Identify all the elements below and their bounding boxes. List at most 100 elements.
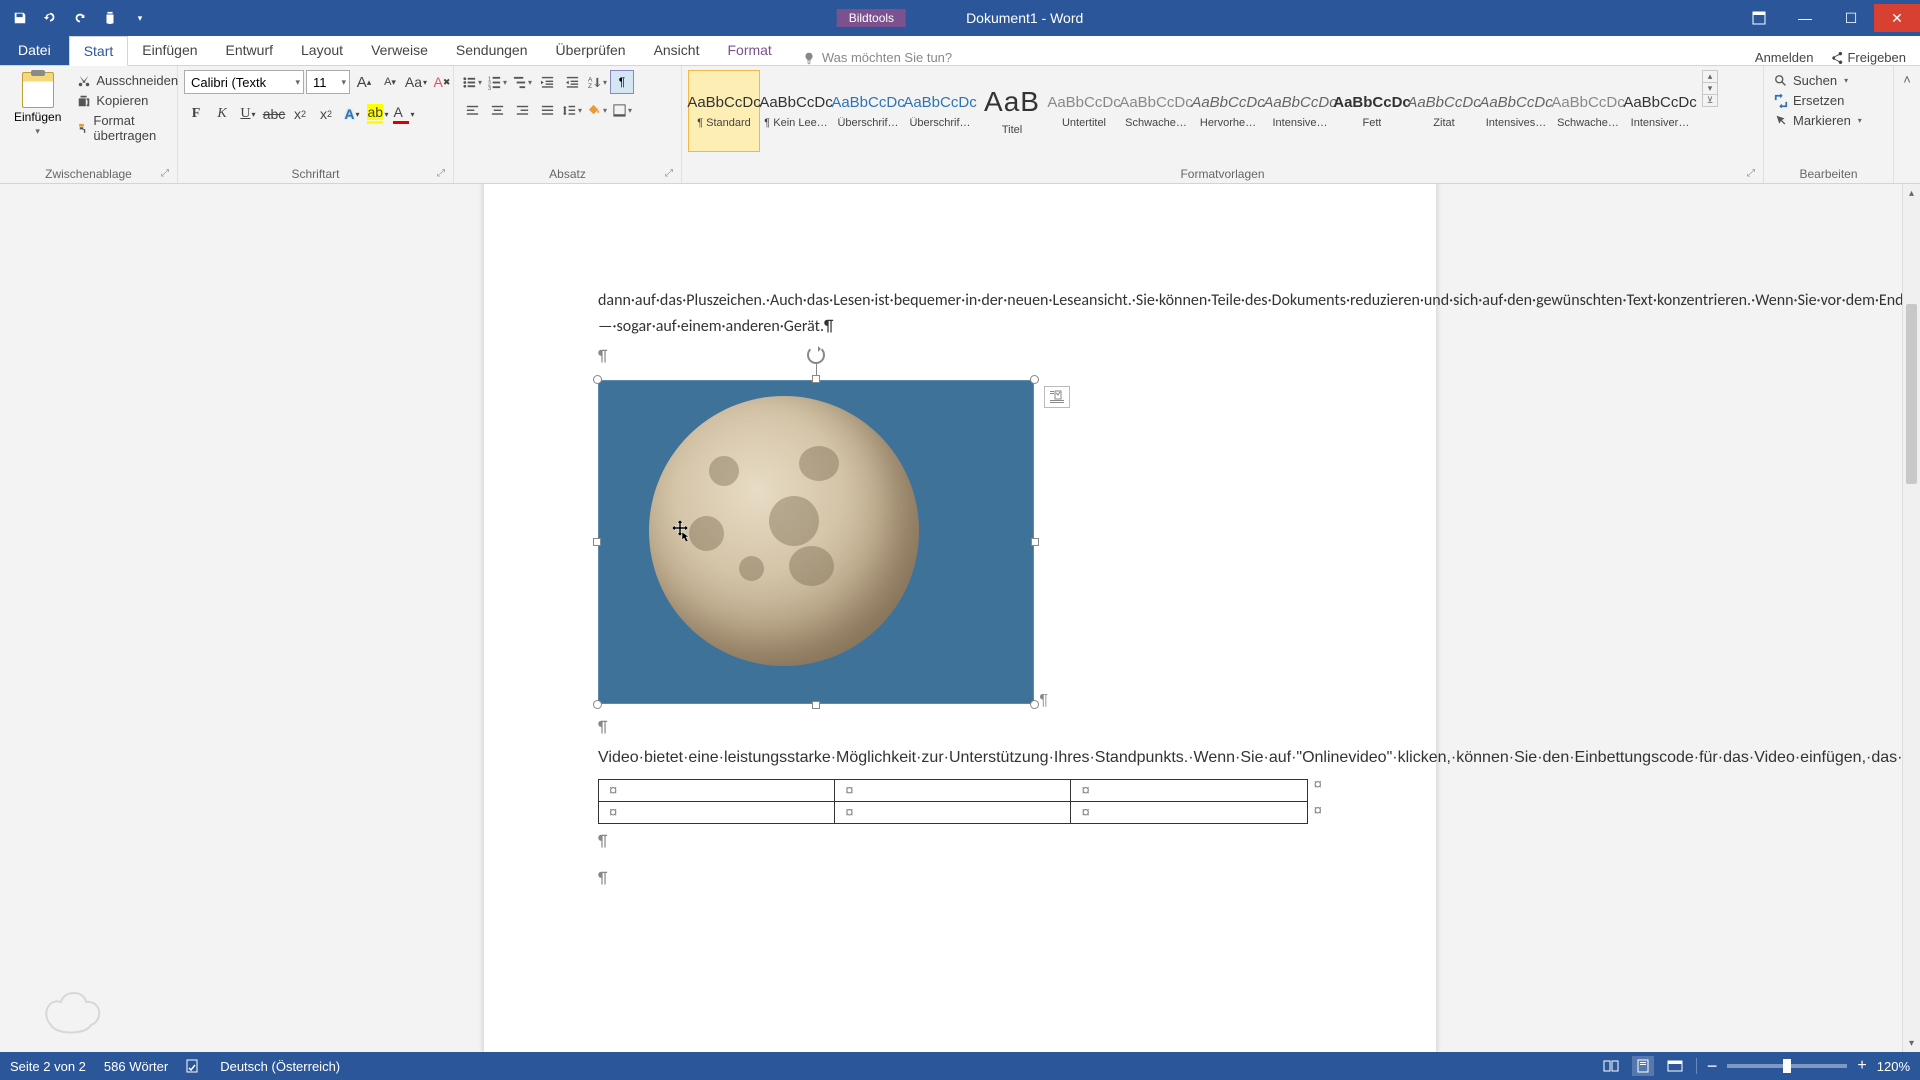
sort-button[interactable]: AZ [585, 70, 609, 94]
bullets-button[interactable] [460, 70, 484, 94]
clipboard-launcher[interactable]: ⤢ [161, 168, 169, 179]
zoom-in-button[interactable]: + [1857, 1057, 1866, 1075]
text-effects-button[interactable]: A [340, 102, 364, 126]
resize-handle-l[interactable] [593, 538, 601, 546]
resize-handle-t[interactable] [812, 375, 820, 383]
underline-button[interactable]: U [236, 102, 260, 126]
align-center-button[interactable] [485, 98, 509, 122]
tab-view[interactable]: Ansicht [640, 35, 714, 65]
copy-button[interactable]: Kopieren [73, 92, 182, 109]
font-color-button[interactable]: A [392, 102, 416, 126]
style-item[interactable]: AaBbCcDcÜberschrif… [832, 70, 904, 152]
ribbon-display-options[interactable] [1736, 4, 1782, 32]
style-item[interactable]: AaBbCcDc¶ Kein Lee… [760, 70, 832, 152]
word-count[interactable]: 586 Wörter [104, 1059, 168, 1074]
paragraph-text[interactable]: Video·bietet·eine·leistungsstarke·Möglic… [598, 745, 1322, 771]
font-size-combo[interactable]: 11 [306, 70, 350, 94]
styles-more-button[interactable]: ▴▾⊻ [1702, 70, 1718, 107]
selected-image[interactable]: ¶ [598, 380, 1034, 704]
show-marks-button[interactable]: ¶ [610, 70, 634, 94]
styles-launcher[interactable]: ⤢ [1747, 168, 1755, 179]
align-left-button[interactable] [460, 98, 484, 122]
change-case-button[interactable]: Aa [404, 70, 428, 94]
tab-review[interactable]: Überprüfen [542, 35, 640, 65]
highlight-button[interactable]: ab [366, 102, 390, 126]
minimize-button[interactable]: — [1782, 4, 1828, 32]
tell-me-search[interactable]: Was möchten Sie tun? [802, 50, 952, 65]
resize-handle-r[interactable] [1031, 538, 1039, 546]
decrease-indent-button[interactable] [535, 70, 559, 94]
tab-insert[interactable]: Einfügen [128, 35, 211, 65]
style-item[interactable]: AaBbCcDcÜberschrif… [904, 70, 976, 152]
font-name-combo[interactable]: Calibri (Textk [184, 70, 304, 94]
find-button[interactable]: Suchen [1770, 72, 1866, 89]
paragraph-text[interactable]: dann·auf·das·Pluszeichen.·Auch·das·Lesen… [598, 288, 1322, 339]
style-item[interactable]: AaBbCcDcIntensives… [1480, 70, 1552, 152]
share-button[interactable]: Freigeben [1829, 50, 1906, 65]
sign-in-link[interactable]: Anmelden [1755, 50, 1814, 65]
subscript-button[interactable]: x2 [288, 102, 312, 126]
tab-layout[interactable]: Layout [287, 35, 357, 65]
shrink-font-button[interactable]: A▾ [378, 70, 402, 94]
page-indicator[interactable]: Seite 2 von 2 [10, 1059, 86, 1074]
maximize-button[interactable]: ☐ [1828, 4, 1874, 32]
tab-mailings[interactable]: Sendungen [442, 35, 542, 65]
italic-button[interactable]: K [210, 102, 234, 126]
collapse-ribbon-button[interactable]: ˄ [1903, 72, 1911, 87]
shading-button[interactable] [585, 98, 609, 122]
read-mode-button[interactable] [1600, 1056, 1622, 1076]
resize-handle-tr[interactable] [1030, 375, 1039, 384]
scroll-up-button[interactable]: ▴ [1903, 184, 1920, 202]
language-indicator[interactable]: Deutsch (Österreich) [220, 1059, 340, 1074]
vertical-scrollbar[interactable]: ▴ ▾ [1902, 184, 1920, 1052]
replace-button[interactable]: Ersetzen [1770, 92, 1866, 109]
strikethrough-button[interactable]: abc [262, 102, 286, 126]
scroll-down-button[interactable]: ▾ [1903, 1034, 1920, 1052]
grow-font-button[interactable]: A▴ [352, 70, 376, 94]
clear-formatting-button[interactable]: A✖ [430, 70, 454, 94]
paragraph-launcher[interactable]: ⤢ [665, 168, 673, 179]
style-item[interactable]: AaBbCcDcIntensive… [1264, 70, 1336, 152]
style-item[interactable]: AaBbCcDcZitat [1408, 70, 1480, 152]
increase-indent-button[interactable] [560, 70, 584, 94]
style-item[interactable]: AaBTitel [976, 70, 1048, 152]
zoom-slider[interactable] [1727, 1064, 1847, 1068]
print-layout-button[interactable] [1632, 1056, 1654, 1076]
table[interactable]: ¤¤¤ ¤¤¤ [598, 779, 1308, 824]
layout-options-button[interactable] [1044, 386, 1070, 408]
style-item[interactable]: AaBbCcDcSchwache… [1120, 70, 1192, 152]
tab-references[interactable]: Verweise [357, 35, 442, 65]
select-button[interactable]: Markieren [1770, 112, 1866, 129]
zoom-thumb[interactable] [1783, 1059, 1791, 1073]
paste-button[interactable]: Einfügen ▾ [6, 70, 69, 139]
resize-handle-bl[interactable] [593, 700, 602, 709]
bold-button[interactable]: F [184, 102, 208, 126]
cut-button[interactable]: Ausschneiden [73, 72, 182, 89]
style-item[interactable]: AaBbCcDcHervorhe… [1192, 70, 1264, 152]
style-item[interactable]: AaBbCcDcSchwache… [1552, 70, 1624, 152]
resize-handle-br[interactable] [1030, 700, 1039, 709]
tab-design[interactable]: Entwurf [212, 35, 287, 65]
align-right-button[interactable] [510, 98, 534, 122]
zoom-level[interactable]: 120% [1877, 1059, 1910, 1074]
superscript-button[interactable]: x2 [314, 102, 338, 126]
document-area[interactable]: dann·auf·das·Pluszeichen.·Auch·das·Lesen… [0, 184, 1920, 1052]
redo-button[interactable] [66, 4, 94, 32]
justify-button[interactable] [535, 98, 559, 122]
file-tab[interactable]: Datei [0, 35, 69, 65]
web-layout-button[interactable] [1664, 1056, 1686, 1076]
line-spacing-button[interactable] [560, 98, 584, 122]
tab-start[interactable]: Start [69, 36, 129, 66]
resize-handle-b[interactable] [812, 701, 820, 709]
tab-format[interactable]: Format [713, 35, 785, 65]
scroll-thumb[interactable] [1906, 304, 1917, 484]
style-item[interactable]: AaBbCcDcUntertitel [1048, 70, 1120, 152]
save-button[interactable] [6, 4, 34, 32]
borders-button[interactable] [610, 98, 634, 122]
spell-check-icon[interactable] [186, 1059, 202, 1073]
styles-gallery[interactable]: AaBbCcDc¶ StandardAaBbCcDc¶ Kein Lee…AaB… [688, 70, 1696, 152]
multilevel-button[interactable] [510, 70, 534, 94]
style-item[interactable]: AaBbCcDcIntensiver… [1624, 70, 1696, 152]
font-launcher[interactable]: ⤢ [437, 168, 445, 179]
undo-button[interactable] [36, 4, 64, 32]
